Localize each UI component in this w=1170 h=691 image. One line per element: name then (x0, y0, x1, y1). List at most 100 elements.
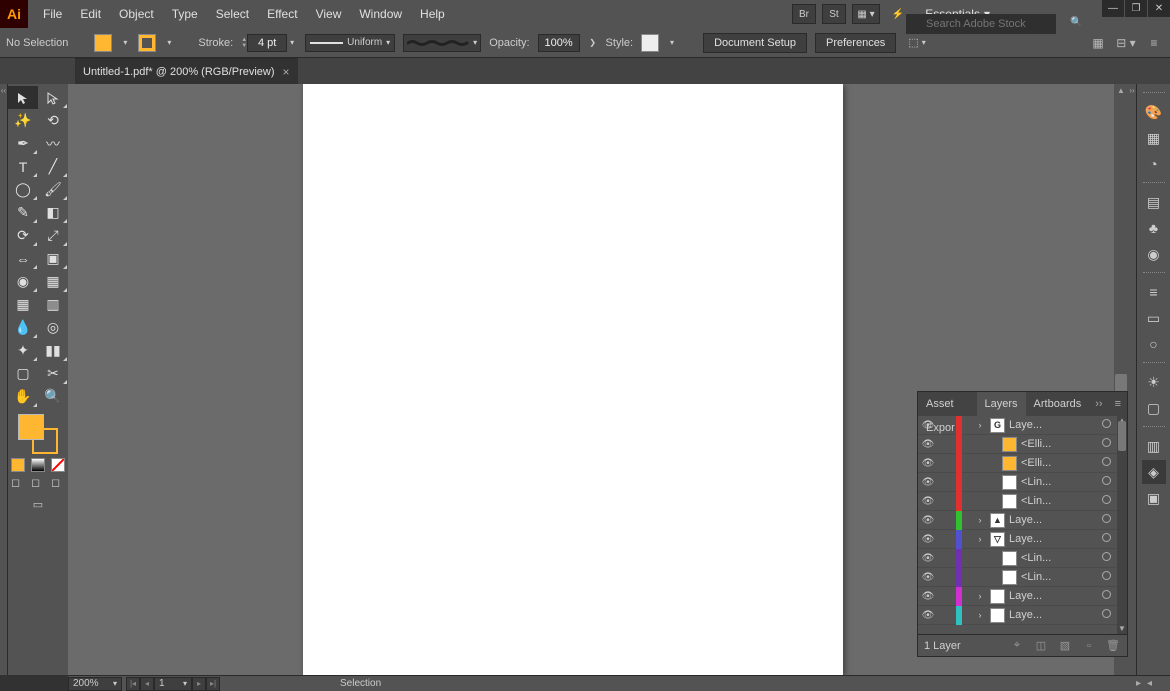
status-next-icon[interactable]: ▸ (1136, 678, 1141, 689)
width-tool[interactable]: ⇔ (8, 247, 38, 270)
draw-behind-icon[interactable]: ◻ (31, 476, 45, 490)
scrollbar-thumb[interactable] (1118, 421, 1126, 451)
transparency-panel-icon[interactable]: ○ (1142, 332, 1166, 356)
artboards-panel-icon[interactable]: ▣ (1142, 486, 1166, 510)
layer-row[interactable]: 👁 <Lin... (918, 568, 1127, 587)
visibility-toggle[interactable]: 👁 (918, 439, 938, 450)
color-panel-icon[interactable]: 🎨 (1142, 100, 1166, 124)
expand-toggle[interactable]: › (974, 515, 986, 525)
fill-stroke-indicator[interactable] (18, 414, 58, 454)
minimize-button[interactable]: — (1102, 0, 1124, 17)
layer-name[interactable]: <Lin... (1021, 476, 1097, 488)
expand-toggle[interactable]: › (974, 534, 986, 544)
scroll-down-icon[interactable]: ▼ (1117, 624, 1127, 634)
transform-panel-icon[interactable]: ▦ (1088, 33, 1108, 53)
right-panel-collapse[interactable]: ›› (1128, 84, 1136, 675)
libraries-panel-icon[interactable]: ▥ (1142, 434, 1166, 458)
shape-tool[interactable]: ◯ (8, 178, 38, 201)
layer-name[interactable]: <Lin... (1021, 552, 1097, 564)
bridge-icon[interactable]: Br (792, 4, 816, 24)
graph-tool[interactable]: ▮▮ (38, 339, 68, 362)
style-dropdown[interactable]: ▾ (667, 38, 677, 47)
visibility-toggle[interactable]: 👁 (918, 420, 938, 431)
rotate-tool[interactable]: ⟳ (8, 224, 38, 247)
document-tab[interactable]: Untitled-1.pdf* @ 200% (RGB/Preview) × (75, 58, 298, 84)
tab-layers[interactable]: Layers (977, 392, 1026, 416)
mesh-tool[interactable]: ▦ (8, 293, 38, 316)
panel-menu-icon[interactable]: ≡ (1144, 33, 1164, 53)
layer-name[interactable]: Laye... (1009, 514, 1097, 526)
tab-asset-export[interactable]: Asset Expor (918, 392, 977, 416)
visibility-toggle[interactable]: 👁 (918, 458, 938, 469)
visibility-toggle[interactable]: 👁 (918, 496, 938, 507)
fill-swatch[interactable] (94, 34, 112, 52)
stroke-weight-dropdown[interactable]: ▾ (287, 38, 297, 47)
target-icon[interactable] (1097, 419, 1115, 431)
next-artboard-button[interactable]: ▸ (192, 677, 206, 691)
layer-name[interactable]: <Lin... (1021, 571, 1097, 583)
visibility-toggle[interactable]: 👁 (918, 572, 938, 583)
expand-toggle[interactable]: › (974, 610, 986, 620)
menu-type[interactable]: Type (163, 0, 207, 28)
slice-tool[interactable]: ✂ (38, 362, 68, 385)
layer-row[interactable]: 👁<Lin... (918, 473, 1127, 492)
zoom-level-select[interactable]: 200% ▾ (68, 677, 122, 691)
line-tool[interactable]: ╱ (38, 155, 68, 178)
gradient-mode-icon[interactable] (31, 458, 45, 472)
layer-row[interactable]: 👁›GLaye... (918, 416, 1127, 435)
graphic-style-swatch[interactable] (641, 34, 659, 52)
perspective-tool[interactable]: ▦ (38, 270, 68, 293)
scroll-up-icon[interactable]: ▲ (1114, 86, 1128, 95)
status-prev-icon[interactable]: ◂ (1147, 678, 1152, 689)
menu-help[interactable]: Help (411, 0, 454, 28)
appearance-panel-icon[interactable]: ☀ (1142, 370, 1166, 394)
scale-tool[interactable]: ⤢ (38, 224, 68, 247)
eraser-tool[interactable]: ◧ (38, 201, 68, 224)
close-button[interactable]: ✕ (1148, 0, 1170, 17)
blend-tool[interactable]: ◎ (38, 316, 68, 339)
visibility-toggle[interactable]: 👁 (918, 515, 938, 526)
maximize-button[interactable]: ❐ (1125, 0, 1147, 17)
layer-row[interactable]: 👁›Laye... (918, 606, 1127, 625)
draw-normal-icon[interactable]: ◻ (11, 476, 25, 490)
stroke-panel-icon[interactable]: ≡ (1142, 280, 1166, 304)
menu-select[interactable]: Select (207, 0, 258, 28)
locate-object-icon[interactable]: ⌖ (1009, 639, 1025, 652)
layer-row[interactable]: 👁›Laye... (918, 587, 1127, 606)
panel-collapse-icon[interactable]: ›› (1089, 398, 1108, 410)
align-panel-icon[interactable]: ⊟ ▾ (1116, 33, 1136, 53)
artboard-number-input[interactable]: 1 ▾ (154, 677, 192, 691)
menu-object[interactable]: Object (110, 0, 163, 28)
layer-name[interactable]: <Elli... (1021, 438, 1097, 450)
search-input[interactable] (906, 14, 1056, 34)
symbol-sprayer-tool[interactable]: ✦ (8, 339, 38, 362)
first-artboard-button[interactable]: |◂ (126, 677, 140, 691)
close-icon[interactable]: × (283, 65, 290, 79)
graphic-styles-panel-icon[interactable]: ◉ (1142, 242, 1166, 266)
opacity-dropdown[interactable]: ❯ (588, 38, 598, 47)
arrange-documents-icon[interactable]: ▦ ▾ (852, 4, 880, 24)
target-icon[interactable] (1097, 514, 1115, 526)
menu-effect[interactable]: Effect (258, 0, 306, 28)
tab-artboards[interactable]: Artboards (1026, 392, 1090, 416)
stroke-profile-select[interactable]: Uniform ▾ (305, 34, 395, 52)
magic-wand-tool[interactable]: ✨ (8, 109, 38, 132)
layer-row[interactable]: 👁<Lin... (918, 549, 1127, 568)
preferences-button[interactable]: Preferences (815, 33, 896, 53)
layer-row[interactable]: 👁›▲Laye... (918, 511, 1127, 530)
layer-row[interactable]: 👁›▽Laye... (918, 530, 1127, 549)
brushes-panel-icon[interactable]: ▤ (1142, 190, 1166, 214)
artboard-tool[interactable]: ▢ (8, 362, 38, 385)
menu-view[interactable]: View (307, 0, 351, 28)
align-to-icon[interactable]: ⬚ (908, 36, 918, 49)
layer-name[interactable]: Laye... (1009, 590, 1097, 602)
toolbox-collapse-handle[interactable]: ‹‹ (0, 84, 8, 675)
eyedropper-tool[interactable]: 💧 (8, 316, 38, 339)
direct-selection-tool[interactable] (38, 86, 68, 109)
panel-menu-icon[interactable]: ≡ (1109, 398, 1127, 410)
clipping-mask-icon[interactable]: ◫ (1033, 639, 1049, 652)
target-icon[interactable] (1097, 438, 1115, 450)
free-transform-tool[interactable]: ▣ (38, 247, 68, 270)
curvature-tool[interactable]: 〰 (38, 132, 68, 155)
gradient-panel-icon[interactable]: ▭ (1142, 306, 1166, 330)
